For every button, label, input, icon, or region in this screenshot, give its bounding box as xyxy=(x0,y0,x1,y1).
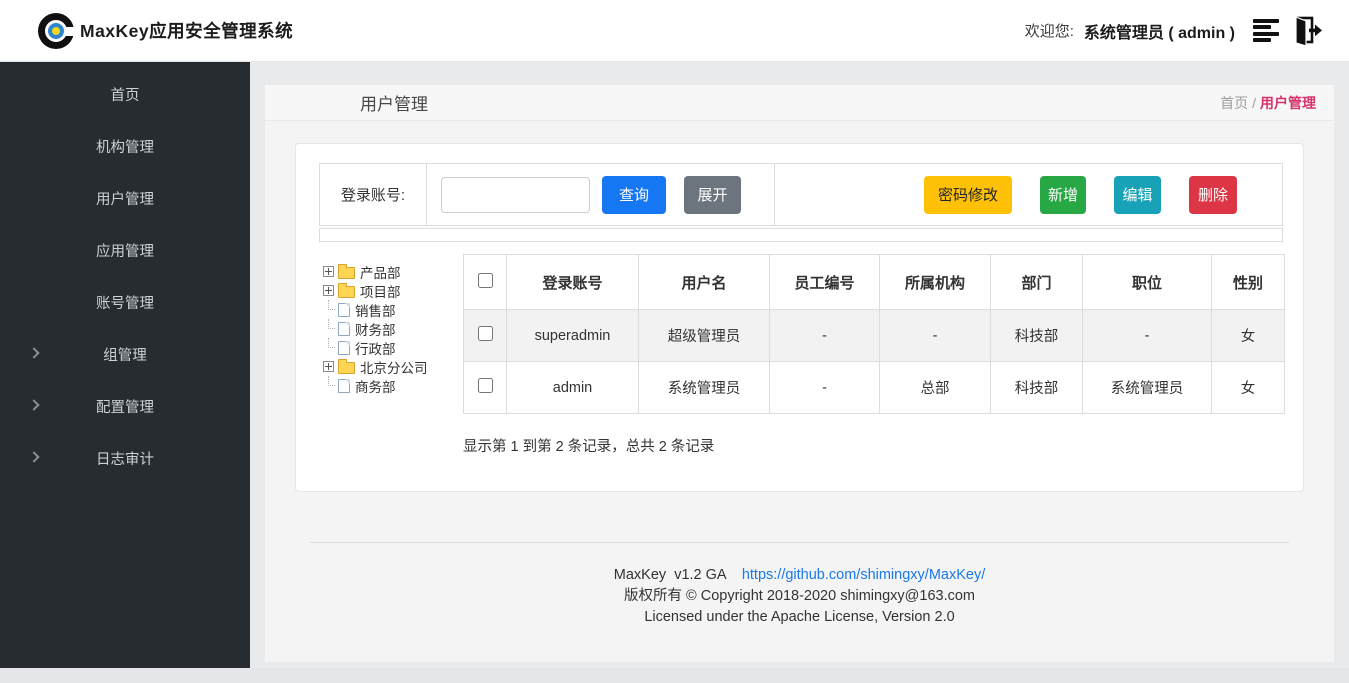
file-icon xyxy=(338,341,350,355)
sidebar-nav: 首页 机构管理 用户管理 应用管理 账号管理 组管理 配置管理 日志审计 xyxy=(0,62,250,668)
sidebar-item-org[interactable]: 机构管理 xyxy=(0,120,250,172)
footer-version: v1.2 GA xyxy=(674,567,726,583)
col-username: 用户名 xyxy=(639,255,770,310)
expand-button[interactable]: 展开 xyxy=(684,176,741,214)
footer-brand: MaxKey xyxy=(614,567,666,583)
tree-expand-icon[interactable] xyxy=(323,361,334,372)
breadcrumb-home-link[interactable]: 首页 xyxy=(1220,95,1248,111)
col-gender: 性别 xyxy=(1212,255,1285,310)
table-header-row: 登录账号 用户名 员工编号 所属机构 部门 职位 性别 xyxy=(464,255,1285,310)
tree-node[interactable]: 商务部 xyxy=(323,376,463,395)
bottom-strip xyxy=(0,668,1349,683)
tree-node[interactable]: 销售部 xyxy=(323,300,463,319)
sidebar-item-config[interactable]: 配置管理 xyxy=(0,380,250,432)
search-form: 登录账号: 查询 展开 密码修改 新增 编辑 删除 xyxy=(319,163,1283,226)
tree-connector xyxy=(323,376,334,395)
table-row[interactable]: admin 系统管理员 - 总部 科技部 系统管理员 女 xyxy=(464,362,1285,414)
tree-node[interactable]: 项目部 xyxy=(323,281,463,300)
login-account-input[interactable] xyxy=(441,177,590,213)
tree-connector xyxy=(323,338,334,357)
footer-license: Licensed under the Apache License, Versi… xyxy=(265,607,1334,628)
current-user: 系统管理员 ( admin ) xyxy=(1084,19,1235,43)
action-buttons: 密码修改 新增 编辑 删除 xyxy=(924,176,1237,214)
tree-expand-icon[interactable] xyxy=(323,266,334,277)
footer-version-line: MaxKey v1.2 GA https://github.com/shimin… xyxy=(265,565,1334,586)
sidebar-item-apps[interactable]: 应用管理 xyxy=(0,224,250,276)
page-footer: MaxKey v1.2 GA https://github.com/shimin… xyxy=(265,542,1334,628)
github-link[interactable]: https://github.com/shimingxy/MaxKey/ xyxy=(742,567,985,583)
app-title: MaxKey应用安全管理系统 xyxy=(80,18,293,43)
breadcrumb-separator: / xyxy=(1252,95,1256,111)
logout-icon[interactable] xyxy=(1289,15,1323,47)
users-table: 登录账号 用户名 员工编号 所属机构 部门 职位 性别 xyxy=(463,254,1285,414)
content-wrapper: 用户管理 首页/用户管理 登录账号: 查询 展开 密码修改 新增 编辑 删除 xyxy=(265,85,1334,662)
tree-node[interactable]: 产品部 xyxy=(323,262,463,281)
folder-icon xyxy=(338,267,355,279)
main-content: 用户管理 首页/用户管理 登录账号: 查询 展开 密码修改 新增 编辑 删除 xyxy=(250,62,1349,683)
tree-connector xyxy=(323,300,334,319)
chevron-right-icon xyxy=(28,347,39,358)
breadcrumb-current: 用户管理 xyxy=(1260,95,1316,111)
file-icon xyxy=(338,322,350,336)
tree-connector xyxy=(323,319,334,338)
col-login-account: 登录账号 xyxy=(507,255,639,310)
panel-body: 产品部 项目部 销售部 财务部 xyxy=(296,254,1283,456)
breadcrumb: 首页/用户管理 xyxy=(1220,93,1334,113)
menu-icon[interactable] xyxy=(1253,19,1279,43)
folder-icon xyxy=(338,362,355,374)
page-title: 用户管理 xyxy=(265,90,428,115)
record-summary: 显示第 1 到第 2 条记录，总共 2 条记录 xyxy=(463,435,1285,456)
sidebar-item-home[interactable]: 首页 xyxy=(0,68,250,120)
chevron-right-icon xyxy=(28,451,39,462)
header-right: 欢迎您: 系统管理员 ( admin ) xyxy=(1025,15,1323,47)
tree-node[interactable]: 行政部 xyxy=(323,338,463,357)
tree-expand-icon[interactable] xyxy=(323,285,334,296)
sidebar-item-audit[interactable]: 日志审计 xyxy=(0,432,250,484)
col-organization: 所属机构 xyxy=(880,255,991,310)
select-all-checkbox[interactable] xyxy=(478,273,493,288)
change-password-button[interactable]: 密码修改 xyxy=(924,176,1012,214)
users-panel: 登录账号: 查询 展开 密码修改 新增 编辑 删除 xyxy=(295,143,1304,492)
delete-button[interactable]: 删除 xyxy=(1189,176,1237,214)
query-button[interactable]: 查询 xyxy=(602,176,666,214)
file-icon xyxy=(338,303,350,317)
select-all-cell xyxy=(464,255,507,310)
col-department: 部门 xyxy=(991,255,1083,310)
form-divider xyxy=(774,164,775,225)
add-button[interactable]: 新增 xyxy=(1040,176,1086,214)
sidebar-item-users[interactable]: 用户管理 xyxy=(0,172,250,224)
footer-divider xyxy=(310,542,1289,543)
row-checkbox[interactable] xyxy=(478,378,493,393)
maxkey-logo-icon xyxy=(38,13,74,49)
col-position: 职位 xyxy=(1083,255,1212,310)
file-icon xyxy=(338,379,350,393)
tree-node[interactable]: 财务部 xyxy=(323,319,463,338)
users-table-container: 登录账号 用户名 员工编号 所属机构 部门 职位 性别 xyxy=(463,254,1285,456)
page-titlebar: 用户管理 首页/用户管理 xyxy=(265,85,1334,121)
edit-button[interactable]: 编辑 xyxy=(1114,176,1161,214)
row-checkbox[interactable] xyxy=(478,326,493,341)
table-row[interactable]: superadmin 超级管理员 - - 科技部 - 女 xyxy=(464,310,1285,362)
welcome-label: 欢迎您: xyxy=(1025,20,1074,41)
sidebar-item-accounts[interactable]: 账号管理 xyxy=(0,276,250,328)
table-toolbar xyxy=(319,228,1283,242)
folder-icon xyxy=(338,286,355,298)
login-account-label: 登录账号: xyxy=(320,164,427,225)
sidebar-item-groups[interactable]: 组管理 xyxy=(0,328,250,380)
tree-node[interactable]: 北京分公司 xyxy=(323,357,463,376)
chevron-right-icon xyxy=(28,399,39,410)
footer-copyright: 版权所有 © Copyright 2018-2020 shimingxy@163… xyxy=(265,586,1334,607)
department-tree: 产品部 项目部 销售部 财务部 xyxy=(296,254,463,456)
top-header: MaxKey应用安全管理系统 欢迎您: 系统管理员 ( admin ) xyxy=(0,0,1349,62)
col-employee-id: 员工编号 xyxy=(770,255,880,310)
